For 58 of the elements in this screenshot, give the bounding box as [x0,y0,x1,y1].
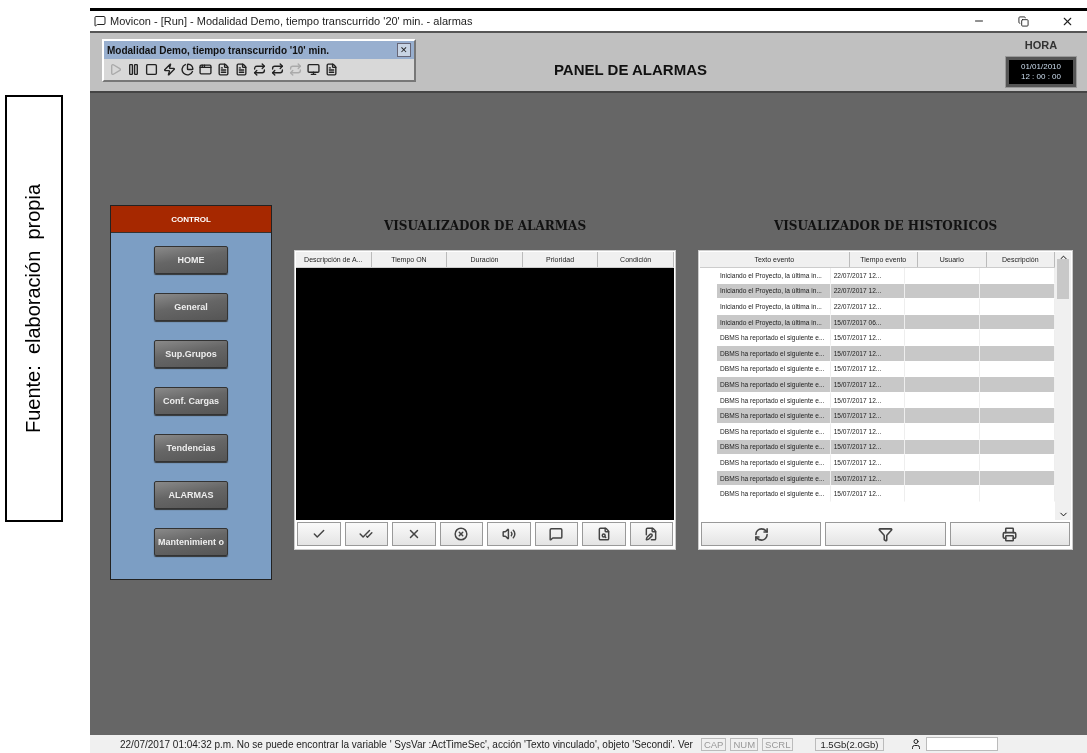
monitor-icon[interactable] [306,62,321,77]
key-indicator: SCRL [762,737,794,751]
clock-label: HORA [1024,39,1058,51]
edit-icon [644,527,659,541]
document-icon[interactable] [324,62,339,77]
nav-button[interactable]: Tendencias [154,434,228,462]
status-message: 22/07/2017 01:04:32 p.m. No se puede encontrar la variable ' SysVar :ActTimeSec', acción 'Texto vinculado', objeto 'Secondi'. Ver [120,738,693,750]
scroll-thumb[interactable] [1057,258,1069,299]
section-title: VISUALIZADOR DE ALARMAS [383,218,587,235]
refresh-icon [753,526,769,542]
nav-button[interactable]: Sup.Grupos [154,340,228,368]
arrows-icon[interactable] [270,62,285,77]
refresh-button[interactable] [701,522,822,546]
speaker-button[interactable] [487,522,531,546]
search-icon [596,527,611,541]
double-check-icon [359,527,374,541]
section-title: VISUALIZADOR DE HISTORICOS [773,218,998,235]
panel-title: PANEL DE ALARMAS [552,60,709,78]
window-title: Movicon - [Run] - Modalidad Demo, tiempo transcurrido '20' min. - alarmas [110,15,474,27]
printer-button[interactable] [949,522,1070,546]
app-icon [94,15,106,27]
memory-indicator: 1.5Gb(2.0Gb) [815,737,884,751]
arrows-icon[interactable] [252,62,267,77]
search-button[interactable] [582,522,626,546]
document-icon[interactable] [216,62,231,77]
edit-button[interactable] [629,522,673,546]
nav-button[interactable]: Conf. Cargas [154,387,228,415]
check-button[interactable] [297,522,341,546]
restore-icon[interactable] [1017,15,1029,27]
speaker-icon [501,527,516,541]
nav-button[interactable]: ALARMAS [154,481,228,509]
nav-button[interactable]: Mantenimient o [154,528,228,556]
window-icon[interactable] [198,62,213,77]
pie-chart-icon[interactable] [180,62,195,77]
circle-x-icon [454,527,469,541]
stop-icon[interactable] [144,62,159,77]
check-icon [311,527,326,541]
circle-x-button[interactable] [439,522,483,546]
printer-icon [1002,526,1018,542]
speech-bubble-button[interactable] [534,522,578,546]
pause-icon[interactable] [126,62,141,77]
close-button[interactable]: ✕ [397,43,411,57]
scrollbar[interactable] [1055,252,1071,520]
speech-bubble-icon [549,527,564,541]
document-icon[interactable] [234,62,249,77]
control-title: CONTROL [111,206,271,233]
user-icon [909,738,922,750]
double-check-button[interactable] [344,522,388,546]
filter-button[interactable] [825,522,946,546]
filter-icon [878,526,893,542]
nav-button[interactable]: HOME [154,246,228,274]
nav-button[interactable]: General [154,293,228,321]
demo-title: Modalidad Demo, tiempo transcurrido '10' min. [107,44,329,56]
clock-display: 01/01/2010 12 : 00 : 00 [1006,57,1076,87]
key-indicator: NUM [730,737,759,751]
lightning-icon[interactable] [162,62,177,77]
caption: Fuente: elaboración propia [22,183,46,434]
key-indicator: CAP [700,737,727,751]
